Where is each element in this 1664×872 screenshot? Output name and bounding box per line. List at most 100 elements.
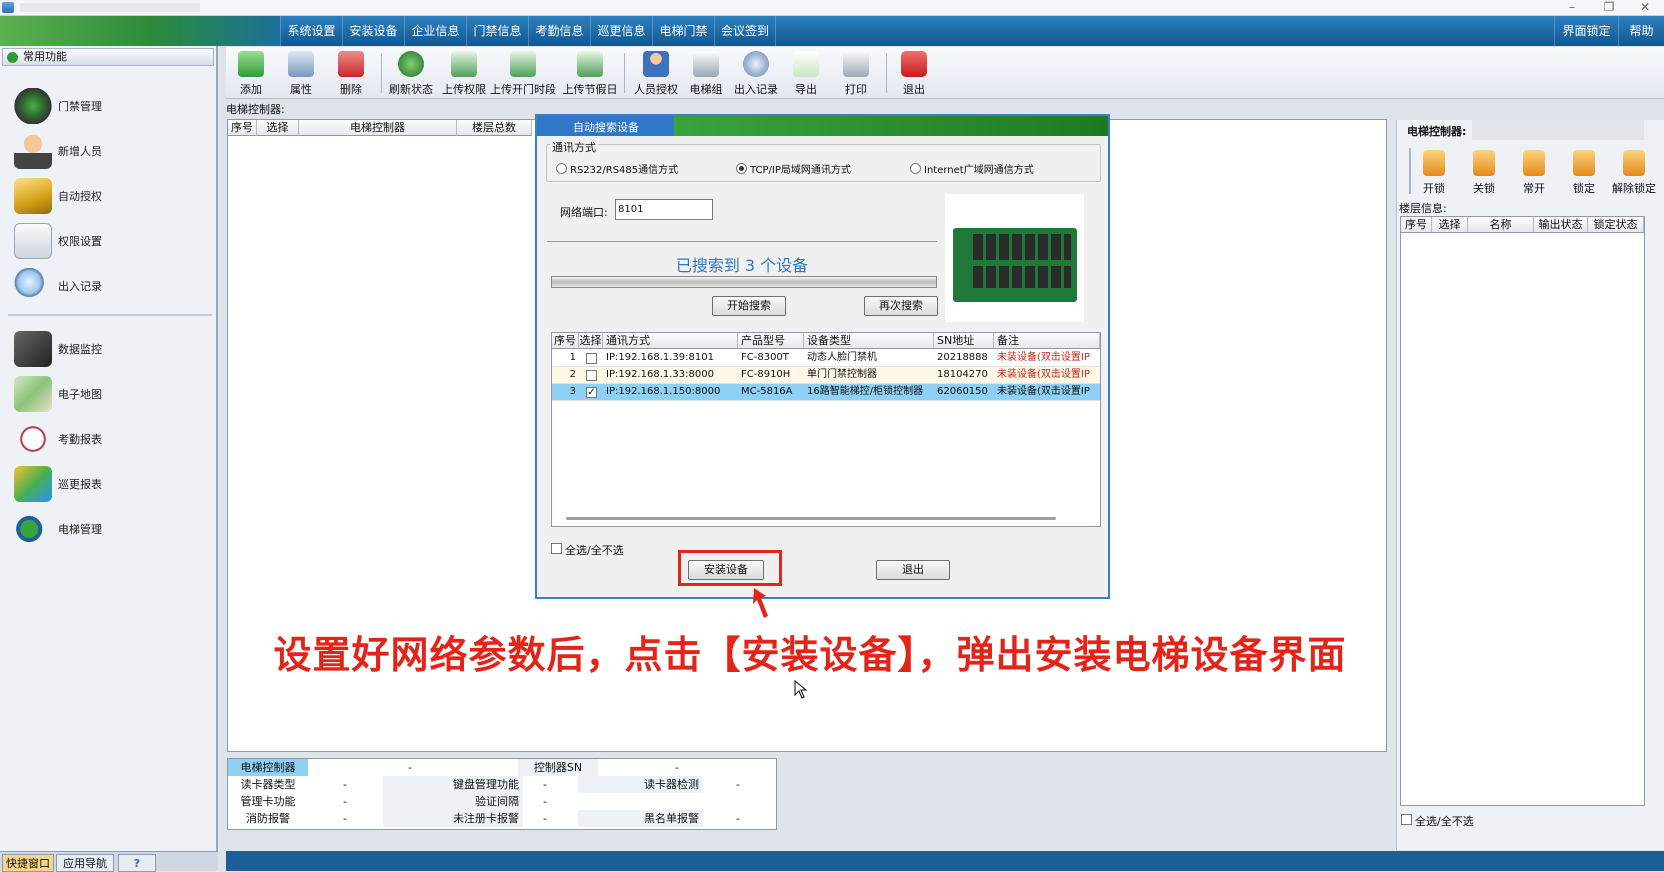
col-header[interactable]: 选择 [1432, 217, 1468, 233]
cell-comm: IP:192.168.1.150:8000 [606, 386, 721, 397]
right-controller-label: 电梯控制器: [1407, 125, 1467, 138]
row-checkbox-checked[interactable]: ✓ [586, 387, 597, 398]
tab-quick-window[interactable]: 快捷窗口 [2, 854, 54, 872]
sidebar: 常用功能 门禁管理 新增人员 自动授权 权限设置 出入记录 数据监控 电子地图 … [0, 46, 218, 871]
sidebar-item-access-records[interactable]: 出入记录 [12, 266, 208, 306]
radio-rs232[interactable] [556, 163, 567, 174]
cell-no: 3 [569, 386, 576, 397]
help-icon[interactable]: ? [118, 854, 156, 872]
info-value: - [543, 795, 547, 808]
radio-internet[interactable] [910, 163, 921, 174]
dialog-exit-button[interactable]: 退出 [876, 560, 950, 580]
col-header[interactable]: 选择 [257, 120, 299, 136]
cell-comm: IP:192.168.1.39:8101 [606, 352, 714, 363]
restore-icon[interactable]: ❐ [1592, 0, 1626, 16]
sidebar-item-elevator-management[interactable]: 电梯管理 [12, 509, 208, 549]
minimize-icon[interactable]: – [1555, 0, 1589, 16]
menu-company-info[interactable]: 企业信息 [404, 16, 466, 46]
col-header[interactable]: 楼层总数 [457, 120, 532, 136]
table-row-selected[interactable]: 3 ✓ IP:192.168.1.150:8000 MC-5816A 16路智能… [552, 384, 1100, 401]
upload-door-periods-button[interactable]: 上传开门时段 [490, 49, 556, 97]
row-checkbox[interactable] [586, 353, 597, 364]
right-controller-field[interactable] [1472, 120, 1644, 140]
menu-meeting-signin[interactable]: 会议签到 [714, 16, 776, 46]
cell-model: FC-8910H [741, 369, 791, 380]
menu-elevator-access[interactable]: 电梯门禁 [652, 16, 714, 46]
menu-attendance-info[interactable]: 考勤信息 [528, 16, 590, 46]
menu-patrol-info[interactable]: 巡更信息 [590, 16, 652, 46]
upload-icon [451, 51, 477, 77]
col-header[interactable]: 序号 [552, 333, 579, 349]
close-icon[interactable]: ✕ [1628, 0, 1662, 16]
device-list-grid[interactable]: 序号 选择 通讯方式 产品型号 设备类型 SN地址 备注 1 IP:192.16… [551, 332, 1101, 527]
table-row[interactable]: 2 IP:192.168.1.33:8000 FC-8910H 单门门禁控制器 … [552, 367, 1100, 384]
radio-tcpip-label[interactable]: TCP/IP局域网通讯方式 [750, 161, 851, 176]
right-panel: 电梯控制器: 开锁 关锁 常开 锁定 解除锁定 楼层信息: 序号 选择 名称 输… [1396, 120, 1664, 850]
table-row[interactable]: 1 IP:192.168.1.39:8101 FC-8300T 动态人脸门禁机 … [552, 350, 1100, 367]
info-label: 读卡器类型 [240, 778, 296, 791]
sidebar-item-access-control[interactable]: 门禁管理 [12, 86, 208, 126]
exit-label: 退出 [903, 83, 925, 96]
toolbar: 添加 属性 删除 刷新状态 上传权限 上传开门时段 上传节假日 人员授权 电梯组… [226, 47, 1664, 99]
sidebar-item-data-monitor[interactable]: 数据监控 [12, 329, 208, 369]
col-header[interactable]: 序号 [1401, 217, 1432, 233]
start-search-button[interactable]: 开始搜索 [712, 296, 786, 316]
comm-mode-group: 通讯方式 RS232/RS485通信方式 TCP/IP局域网通讯方式 Inter… [546, 139, 1101, 182]
delete-button[interactable]: 删除 [326, 49, 376, 97]
col-header[interactable]: 输出状态 [1534, 217, 1588, 233]
controller-list-label: 电梯控制器: [226, 103, 285, 116]
install-device-button[interactable]: 安装设备 [688, 560, 764, 580]
col-header[interactable]: 设备类型 [804, 333, 934, 349]
menu-system-settings[interactable]: 系统设置 [280, 16, 342, 46]
upload-icon [577, 51, 603, 77]
upload-permissions-button[interactable]: 上传权限 [439, 49, 489, 97]
sidebar-header[interactable]: 常用功能 [2, 48, 214, 66]
col-header[interactable]: 电梯控制器 [299, 120, 457, 136]
sidebar-item-permission-settings[interactable]: 权限设置 [12, 221, 208, 261]
col-header[interactable]: 通讯方式 [603, 333, 738, 349]
menu-lock-screen[interactable]: 界面锁定 [1554, 16, 1618, 46]
release-lock-button[interactable]: 解除锁定 [1609, 148, 1659, 196]
sidebar-item-attendance-report[interactable]: 考勤报表 [12, 419, 208, 459]
row-checkbox[interactable] [586, 370, 597, 381]
cell-comm: IP:192.168.1.33:8000 [606, 369, 714, 380]
radio-tcpip[interactable] [736, 163, 747, 174]
col-header[interactable]: 锁定状态 [1588, 217, 1644, 233]
cell-type: 动态人脸门禁机 [807, 352, 877, 363]
tab-app-navigation[interactable]: 应用导航 [56, 854, 114, 872]
exit-button[interactable]: 退出 [889, 49, 939, 97]
info-value: - [343, 778, 347, 791]
radio-internet-label[interactable]: Internet广域网通信方式 [924, 161, 1034, 176]
camera-icon [14, 331, 52, 367]
sidebar-item-label: 新增人员 [58, 145, 102, 158]
sidebar-item-patrol-report[interactable]: 巡更报表 [12, 464, 208, 504]
col-header[interactable]: 序号 [228, 120, 257, 136]
cell-note: 未装设备(双击设置IP [997, 352, 1090, 363]
sidebar-item-add-person[interactable]: 新增人员 [12, 131, 208, 171]
menu-help[interactable]: 帮助 [1618, 16, 1664, 46]
col-header[interactable]: 产品型号 [738, 333, 804, 349]
floor-grid[interactable]: 序号 选择 名称 输出状态 锁定状态 [1400, 216, 1645, 806]
horizontal-scrollbar[interactable] [566, 517, 1056, 520]
menu-access-info[interactable]: 门禁信息 [466, 16, 528, 46]
print-button[interactable]: 打印 [831, 49, 881, 97]
search-again-button[interactable]: 再次搜索 [864, 296, 938, 316]
col-header[interactable]: 名称 [1468, 217, 1534, 233]
divider [547, 241, 937, 242]
col-header[interactable]: 备注 [994, 333, 1100, 349]
sidebar-item-label: 数据监控 [58, 343, 102, 356]
col-header[interactable]: SN地址 [934, 333, 994, 349]
sidebar-item-label: 考勤报表 [58, 433, 102, 446]
col-header[interactable]: 选择 [579, 333, 603, 349]
sidebar-item-electronic-map[interactable]: 电子地图 [12, 374, 208, 414]
menu-install-device[interactable]: 安装设备 [342, 16, 404, 46]
sidebar-item-auto-authorize[interactable]: 自动授权 [12, 176, 208, 216]
menu-bar: 系统设置 安装设备 企业信息 门禁信息 考勤信息 巡更信息 电梯门禁 会议签到 … [0, 16, 1664, 46]
radio-rs232-label[interactable]: RS232/RS485通信方式 [570, 161, 678, 176]
dialog-title: 自动搜索设备 [573, 121, 639, 134]
upload-holidays-button[interactable]: 上传节假日 [563, 49, 618, 97]
sidebar-item-label: 权限设置 [58, 235, 102, 248]
floor-select-all-checkbox[interactable] [1401, 814, 1412, 825]
select-all-checkbox[interactable] [551, 543, 562, 554]
port-input[interactable]: 8101 [615, 199, 713, 220]
